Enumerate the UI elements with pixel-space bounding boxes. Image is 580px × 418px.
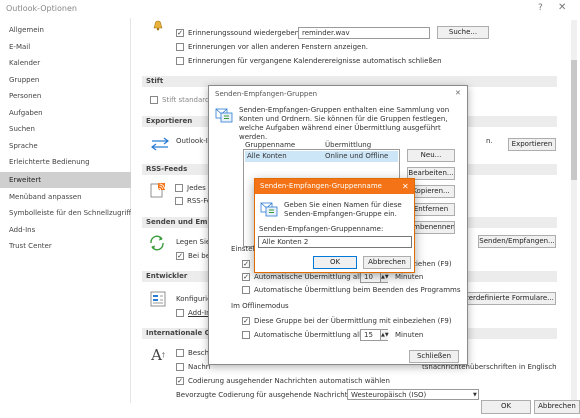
window-titlebar: Outlook-Optionen ? ✕ bbox=[0, 0, 580, 18]
reminder-past-checkbox[interactable] bbox=[176, 57, 184, 65]
close-dialog-button[interactable]: Schließen bbox=[409, 350, 459, 363]
sidebar-item-allgemein[interactable]: Allgemein bbox=[0, 23, 131, 37]
sidebar-item-erleichterte-bedienung[interactable]: Erleichterte Bedienung bbox=[0, 155, 131, 169]
online-stepper-arrows-icon[interactable]: ▲▼ bbox=[380, 272, 389, 282]
online-include-checkbox[interactable]: ✓ bbox=[242, 260, 250, 268]
col-group-header: Gruppenname bbox=[245, 141, 296, 149]
dialog-close-button[interactable]: ✕ bbox=[455, 89, 461, 98]
sidebar-item-personen[interactable]: Personen bbox=[0, 89, 131, 103]
col-transfer-header: Übermittlung bbox=[325, 141, 372, 149]
group-name-dialog: Senden-Empfangen-Gruppenname ✕ Geben Sie… bbox=[254, 178, 415, 273]
offline-minutes-label: Minuten bbox=[395, 331, 424, 339]
offline-auto-label: Automatische Übermittlung alle bbox=[254, 331, 366, 339]
export-button[interactable]: Exportieren bbox=[508, 138, 556, 151]
reminder-sound-label: Erinnerungssound wiedergeben: bbox=[188, 29, 302, 37]
group-name-dialog-close[interactable]: ✕ bbox=[402, 182, 409, 191]
sidebar-item-suchen[interactable]: Suchen bbox=[0, 122, 131, 136]
group-name-field-label: Senden-Empfangen-Gruppenname: bbox=[259, 225, 384, 233]
send-receive-icon bbox=[260, 200, 278, 218]
dialog-description: Senden-Empfangen-Gruppen enthalten eine … bbox=[239, 106, 450, 141]
offline-include-checkbox[interactable]: ✓ bbox=[242, 317, 250, 325]
help-button[interactable]: ? bbox=[538, 3, 543, 13]
cancel-button[interactable]: Abbrechen bbox=[534, 400, 580, 414]
rss-checkbox-1[interactable] bbox=[175, 184, 183, 192]
form-config-icon bbox=[150, 291, 166, 307]
intl-encoding-select[interactable]: Westeuropäisch (ISO) bbox=[347, 389, 479, 400]
pen-default-checkbox[interactable] bbox=[150, 96, 158, 104]
group-name-cell: Alle Konten bbox=[247, 152, 287, 160]
online-auto-label: Automatische Übermittlung alle bbox=[254, 273, 366, 281]
new-group-button[interactable]: Neu... bbox=[407, 149, 455, 162]
rss-checkbox-2[interactable] bbox=[175, 197, 183, 205]
bell-icon bbox=[151, 19, 165, 31]
group-transfer-cell: Online und Offline bbox=[325, 152, 389, 160]
send-receive-groups-icon bbox=[215, 106, 233, 124]
close-window-button[interactable]: ✕ bbox=[558, 2, 566, 13]
group-name-ok-button[interactable]: OK bbox=[313, 256, 357, 269]
intl-encoding-label: Bevorzugte Codierung für ausgehende Nach… bbox=[176, 391, 359, 399]
rss-feed-icon bbox=[150, 182, 166, 198]
offline-heading: Im Offlinemodus bbox=[231, 302, 289, 310]
intl-checkbox-3[interactable]: ✓ bbox=[176, 377, 184, 385]
reminder-sound-input[interactable]: reminder.wav bbox=[298, 27, 430, 39]
group-name-dialog-title: Senden-Empfangen-Gruppenname bbox=[260, 182, 382, 190]
sidebar-item-menueband[interactable]: Menüband anpassen bbox=[0, 190, 131, 204]
window-title: Outlook-Optionen bbox=[6, 4, 77, 13]
export-text-end: n. bbox=[486, 137, 493, 145]
sidebar-item-email[interactable]: E-Mail bbox=[0, 40, 131, 54]
intl-label-3: Codierung ausgehender Nachrichten automa… bbox=[188, 377, 390, 385]
online-auto-checkbox[interactable]: ✓ bbox=[242, 273, 250, 281]
reminder-past-label: Erinnerungen für vergangene Kalendererei… bbox=[188, 57, 442, 65]
group-name-dialog-titlebar: Senden-Empfangen-Gruppenname bbox=[255, 179, 414, 194]
table-row[interactable]: Alle Konten Online und Offline bbox=[245, 151, 398, 162]
dev-text: Konfigurie bbox=[176, 295, 212, 303]
export-text: Outlook-In bbox=[176, 137, 213, 145]
reminder-top-label: Erinnerungen vor allen anderen Fenstern … bbox=[188, 43, 368, 51]
group-name-description: Geben Sie einen Namen für diese Senden-E… bbox=[284, 201, 402, 218]
sidebar-item-trust-center[interactable]: Trust Center bbox=[0, 239, 131, 253]
export-arrows-icon bbox=[149, 136, 171, 152]
sidebar-item-schnellzugriff[interactable]: Symbolleiste für den Schnellzugriff bbox=[0, 206, 131, 220]
dev-addin-checkbox[interactable] bbox=[176, 309, 184, 317]
online-exit-label: Automatische Übermittlung beim Beenden d… bbox=[254, 286, 461, 294]
group-name-cancel-button[interactable]: Abbrechen bbox=[363, 256, 411, 269]
footer: OK Abbrechen bbox=[0, 400, 580, 418]
intl-checkbox-2[interactable] bbox=[176, 363, 184, 371]
offline-auto-checkbox[interactable] bbox=[242, 331, 250, 339]
ok-button[interactable]: OK bbox=[481, 400, 531, 414]
sidebar-item-erweitert[interactable]: Erweitert bbox=[0, 172, 131, 188]
reminder-sound-checkbox[interactable]: ✓ bbox=[176, 29, 184, 37]
sync-icon bbox=[148, 234, 166, 252]
offline-stepper-arrows-icon[interactable]: ▲▼ bbox=[380, 330, 389, 340]
online-exit-checkbox[interactable] bbox=[242, 286, 250, 294]
sendrecv-button[interactable]: Senden/Empfangen... bbox=[478, 235, 556, 248]
sidebar-item-kalender[interactable]: Kalender bbox=[0, 56, 131, 70]
scrollbar-thumb[interactable] bbox=[571, 60, 577, 180]
sendrecv-checkbox[interactable]: ✓ bbox=[176, 252, 184, 260]
intl-checkbox-1[interactable] bbox=[176, 349, 184, 357]
browse-sound-button[interactable]: Suche... bbox=[437, 26, 489, 39]
group-name-input[interactable]: Alle Konten 2 bbox=[258, 236, 412, 248]
chevron-down-icon: ▼ bbox=[473, 392, 477, 398]
sidebar-item-gruppen[interactable]: Gruppen bbox=[0, 73, 131, 87]
sidebar: Allgemein E-Mail Kalender Gruppen Person… bbox=[0, 18, 131, 418]
dialog-title: Senden-Empfangen-Gruppen bbox=[215, 90, 318, 98]
sidebar-item-sprache[interactable]: Sprache bbox=[0, 139, 131, 153]
offline-include-label: Diese Gruppe bei der Übermittlung mit ei… bbox=[254, 317, 452, 325]
online-minutes-label: Minuten bbox=[395, 273, 424, 281]
font-a-icon: A † bbox=[151, 346, 165, 364]
reminder-top-checkbox[interactable] bbox=[176, 43, 184, 51]
sidebar-item-aufgaben[interactable]: Aufgaben bbox=[0, 106, 131, 120]
sidebar-item-addins[interactable]: Add-Ins bbox=[0, 223, 131, 237]
